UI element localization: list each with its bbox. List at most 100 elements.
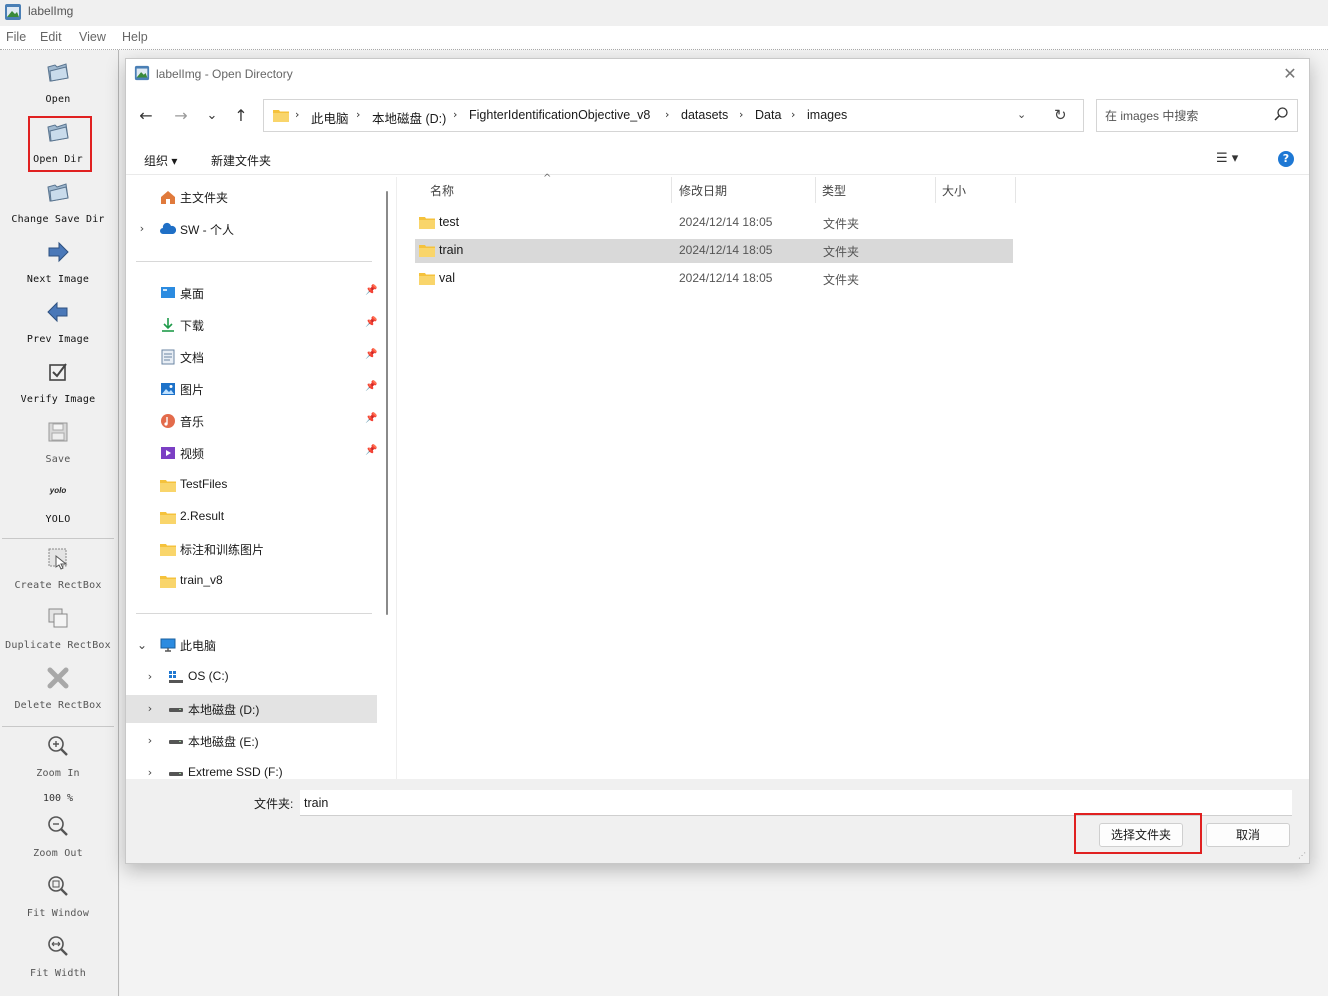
fit-width-button[interactable]: Fit Width [0,930,116,988]
refresh-icon[interactable]: ↻ [1054,106,1067,124]
yolo-format-button[interactable]: yolo YOLO [0,476,116,532]
column-header-name[interactable]: 名称 [430,182,454,199]
search-icon[interactable] [1273,106,1289,122]
file-name: test [439,215,460,229]
nav-item-music[interactable]: 音乐 📌 [128,407,378,435]
pictures-icon [161,383,175,395]
breadcrumb-drive-d[interactable]: 本地磁盘 (D:) [372,108,446,127]
breadcrumb-project[interactable]: FighterIdentificationObjective_v8 [469,108,650,122]
nav-item-pictures[interactable]: 图片 📌 [128,375,378,403]
nav-item-drive-c[interactable]: › OS (C:) [128,663,378,691]
column-divider[interactable] [1015,177,1016,203]
search-input[interactable] [1105,107,1265,125]
zoom-in-label: Zoom In [36,768,80,779]
breadcrumb-separator: › [665,108,670,121]
folder-icon [160,544,176,556]
menu-view[interactable]: View [79,30,106,44]
address-bar[interactable]: › 此电脑 › 本地磁盘 (D:) › FighterIdentificatio… [263,99,1084,132]
sort-caret-icon: ^ [543,173,552,184]
nav-item-label: 本地磁盘 (D:) [188,703,260,717]
recent-locations-chevron-icon[interactable]: ⌄ [200,105,224,129]
pin-icon[interactable]: 📌 [365,413,377,424]
menu-help[interactable]: Help [122,30,148,44]
nav-pane-scrollbar[interactable] [386,191,388,615]
nav-item-home[interactable]: 主文件夹 [128,183,378,211]
change-save-dir-button[interactable]: Change Save Dir [0,176,116,232]
column-header-size[interactable]: 大小 [942,182,966,199]
next-image-button[interactable]: Next Image [0,236,116,292]
file-row-test[interactable]: test 2024/12/14 18:05 文件夹 [415,211,1013,235]
pin-icon[interactable]: 📌 [365,349,377,360]
nav-item-downloads[interactable]: 下载 📌 [128,311,378,339]
nav-item-desktop[interactable]: 桌面 📌 [128,279,378,307]
save-button[interactable]: Save [0,416,116,472]
breadcrumb-datasets[interactable]: datasets [681,108,728,122]
back-arrow-icon[interactable]: ← [134,105,158,129]
new-folder-button[interactable]: 新建文件夹 [211,152,271,169]
nav-item-this-pc[interactable]: ⌄ 此电脑 [128,631,378,659]
chevron-down-icon[interactable]: ⌄ [136,638,148,652]
zoom-out-button[interactable]: Zoom Out [0,810,116,868]
chevron-right-icon[interactable]: › [144,766,156,779]
file-row-train[interactable]: train 2024/12/14 18:05 文件夹 [415,239,1013,263]
column-divider[interactable] [935,177,936,203]
open-dir-highlight-box [28,116,92,172]
file-row-val[interactable]: val 2024/12/14 18:05 文件夹 [415,267,1013,291]
nav-item-videos[interactable]: 视频 📌 [128,439,378,467]
search-box[interactable] [1096,99,1298,132]
duplicate-rectbox-label: Duplicate RectBox [5,640,111,651]
up-arrow-icon[interactable]: ↑ [229,105,253,129]
cancel-button[interactable]: 取消 [1206,823,1290,847]
help-icon[interactable]: ? [1278,151,1294,167]
nav-item-documents[interactable]: 文档 📌 [128,343,378,371]
fit-window-button[interactable]: Fit Window [0,870,116,928]
forward-arrow-icon[interactable]: → [169,105,193,129]
close-icon[interactable]: ✕ [1279,63,1301,85]
open-button[interactable]: Open [0,56,116,112]
menu-file[interactable]: File [6,30,26,44]
chevron-right-icon[interactable]: › [144,702,156,715]
create-rectbox-button[interactable]: Create RectBox [0,542,116,600]
prev-image-button[interactable]: Prev Image [0,296,116,352]
nav-item-annotation-images[interactable]: 标注和训练图片 [128,535,378,563]
duplicate-rectbox-button[interactable]: Duplicate RectBox [0,602,116,660]
zoom-level-value[interactable]: 100 % [0,793,116,804]
pin-icon[interactable]: 📌 [365,285,377,296]
breadcrumb-separator: › [791,108,796,121]
address-dropdown-chevron-icon[interactable]: ⌄ [1017,108,1026,121]
nav-item-testfiles[interactable]: TestFiles [128,471,378,499]
nav-item-drive-e[interactable]: › 本地磁盘 (E:) [128,727,378,755]
pin-icon[interactable]: 📌 [365,317,377,328]
nav-item-label: SW - 个人 [180,223,234,237]
dialog-title: labelImg - Open Directory [156,67,293,81]
zoom-in-button[interactable]: Zoom In [0,730,116,788]
breadcrumb-images[interactable]: images [807,108,847,122]
column-header-type[interactable]: 类型 [822,182,846,199]
verify-image-button[interactable]: Verify Image [0,356,116,412]
nav-item-drive-f[interactable]: › Extreme SSD (F:) [128,759,378,779]
desktop-icon [161,287,175,298]
nav-item-onedrive[interactable]: › SW - 个人 [128,215,378,243]
organize-menu-button[interactable]: 组织 ▾ [144,152,177,169]
nav-item-train-v8[interactable]: train_v8 [128,567,378,595]
column-divider[interactable] [671,177,672,203]
folder-icon [160,512,176,524]
resize-grip-icon[interactable]: ⋰ [1298,851,1306,860]
column-header-modified[interactable]: 修改日期 [679,182,727,199]
chevron-right-icon[interactable]: › [144,734,156,747]
view-options-icon[interactable]: ☰ ▾ [1216,151,1238,166]
file-name: train [439,243,464,257]
breadcrumb-this-pc[interactable]: 此电脑 [311,108,349,127]
pin-icon[interactable]: 📌 [365,381,377,392]
nav-item-drive-d[interactable]: › 本地磁盘 (D:) [126,695,377,723]
pin-icon[interactable]: 📌 [365,445,377,456]
nav-item-result[interactable]: 2.Result [128,503,378,531]
column-divider[interactable] [815,177,816,203]
chevron-right-icon[interactable]: › [136,222,148,235]
file-modified: 2024/12/14 18:05 [679,215,773,229]
breadcrumb-data[interactable]: Data [755,108,781,122]
delete-x-icon [47,667,69,689]
delete-rectbox-button[interactable]: Delete RectBox [0,662,116,720]
menu-edit[interactable]: Edit [40,30,62,44]
chevron-right-icon[interactable]: › [144,670,156,683]
